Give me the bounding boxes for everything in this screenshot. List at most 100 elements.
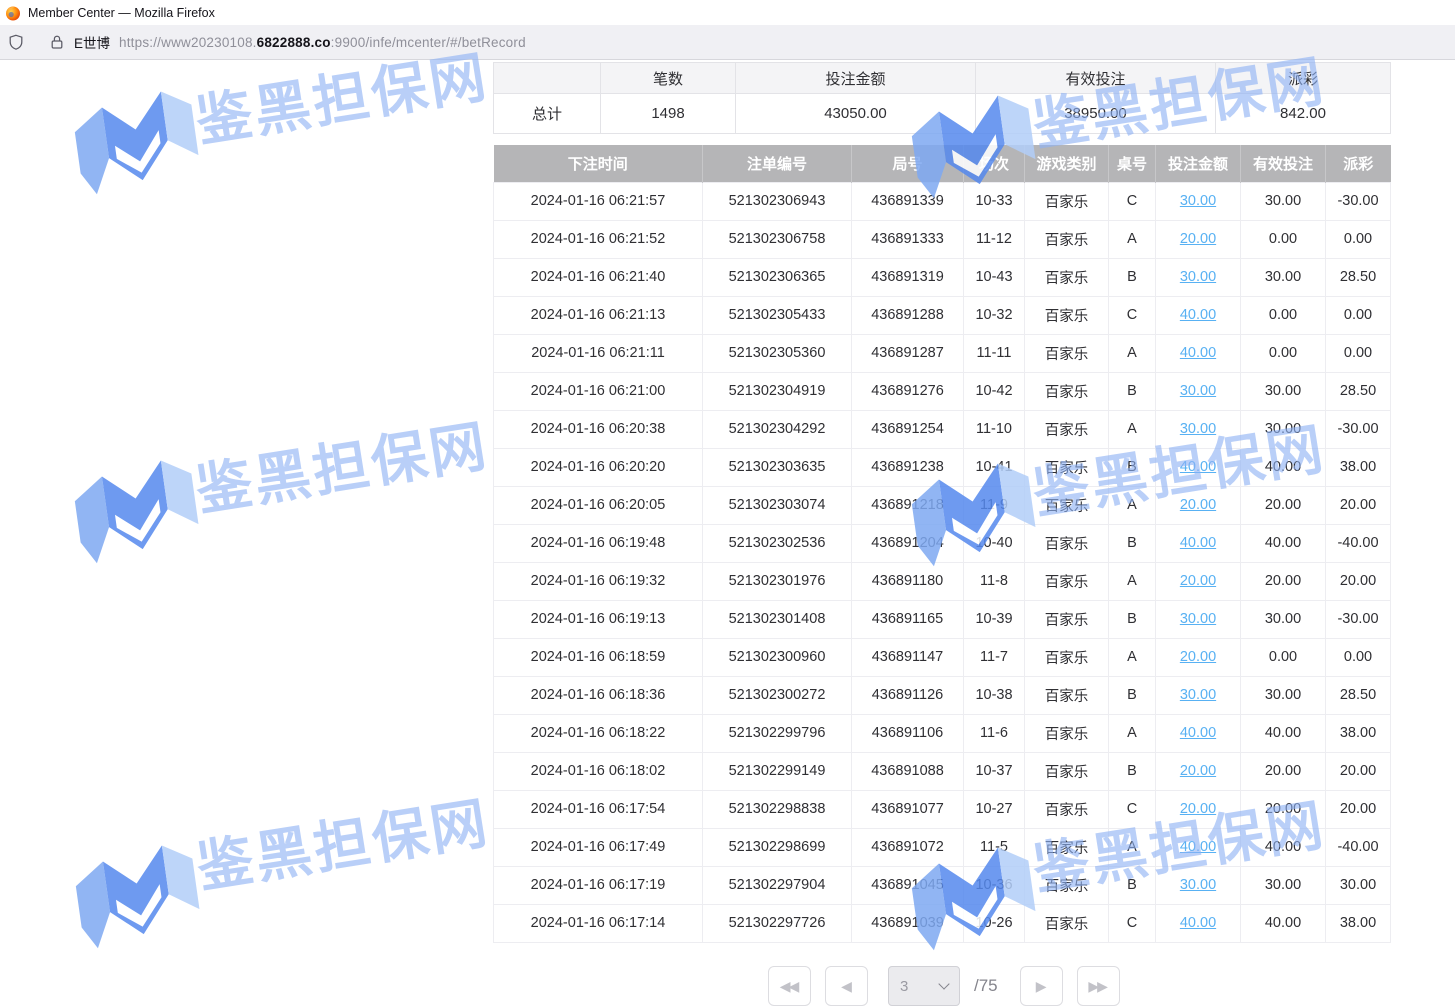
page-select[interactable]: 3 xyxy=(888,966,960,1006)
cell-table: A xyxy=(1109,828,1156,866)
bet-amount-link[interactable]: 20.00 xyxy=(1180,763,1216,779)
bet-amount-link[interactable]: 40.00 xyxy=(1180,839,1216,855)
cell-order: 521302305433 xyxy=(703,296,852,334)
cell-valid: 20.00 xyxy=(1241,790,1326,828)
cell-time: 2024-01-16 06:17:14 xyxy=(494,904,703,942)
cell-game: 百家乐 xyxy=(1025,296,1109,334)
cell-game: 百家乐 xyxy=(1025,372,1109,410)
bet-amount-link[interactable]: 40.00 xyxy=(1180,459,1216,475)
bet-amount-link[interactable]: 20.00 xyxy=(1180,231,1216,247)
cell-session: 11-11 xyxy=(964,334,1025,372)
cell-time: 2024-01-16 06:20:38 xyxy=(494,410,703,448)
cell-round: 436891147 xyxy=(852,638,964,676)
site-identity-label[interactable]: E世博 xyxy=(74,32,110,52)
bet-amount-link[interactable]: 30.00 xyxy=(1180,687,1216,703)
cell-payout: -30.00 xyxy=(1326,182,1391,220)
bet-col-header: 桌号 xyxy=(1109,145,1156,182)
bet-amount-link[interactable]: 20.00 xyxy=(1180,801,1216,817)
bet-col-header: 投注金额 xyxy=(1156,145,1241,182)
cell-session: 11-8 xyxy=(964,562,1025,600)
page-select-value: 3 xyxy=(900,978,908,995)
summary-total-valid-bet: 38950.00 xyxy=(976,94,1216,134)
bet-row: 2024-01-16 06:17:19521302297904436891045… xyxy=(494,866,1391,904)
cell-bet: 30.00 xyxy=(1156,600,1241,638)
cell-round: 436891254 xyxy=(852,410,964,448)
bet-amount-link[interactable]: 20.00 xyxy=(1180,573,1216,589)
cell-bet: 20.00 xyxy=(1156,486,1241,524)
cell-payout: 28.50 xyxy=(1326,258,1391,296)
summary-table: 笔数 投注金额 有效投注 派彩 总计 1498 43050.00 38950.0… xyxy=(493,62,1391,134)
lock-icon[interactable] xyxy=(49,34,65,50)
cell-valid: 0.00 xyxy=(1241,220,1326,258)
bet-row: 2024-01-16 06:19:32521302301976436891180… xyxy=(494,562,1391,600)
cell-bet: 40.00 xyxy=(1156,448,1241,486)
bet-amount-link[interactable]: 40.00 xyxy=(1180,915,1216,931)
cell-order: 521302298838 xyxy=(703,790,852,828)
bet-amount-link[interactable]: 30.00 xyxy=(1180,193,1216,209)
next-page-button[interactable]: ▶ xyxy=(1020,966,1063,1006)
prev-page-button[interactable]: ◀ xyxy=(825,966,868,1006)
cell-round: 436891319 xyxy=(852,258,964,296)
bet-amount-link[interactable]: 30.00 xyxy=(1180,269,1216,285)
bet-amount-link[interactable]: 40.00 xyxy=(1180,307,1216,323)
bet-row: 2024-01-16 06:18:59521302300960436891147… xyxy=(494,638,1391,676)
cell-table: A xyxy=(1109,410,1156,448)
cell-round: 436891339 xyxy=(852,182,964,220)
cell-bet: 20.00 xyxy=(1156,790,1241,828)
bet-amount-link[interactable]: 40.00 xyxy=(1180,345,1216,361)
cell-bet: 40.00 xyxy=(1156,296,1241,334)
cell-session: 10-33 xyxy=(964,182,1025,220)
cell-valid: 30.00 xyxy=(1241,182,1326,220)
cell-valid: 40.00 xyxy=(1241,828,1326,866)
bet-amount-link[interactable]: 20.00 xyxy=(1180,497,1216,513)
bet-amount-link[interactable]: 30.00 xyxy=(1180,421,1216,437)
cell-bet: 40.00 xyxy=(1156,334,1241,372)
summary-col-payout: 派彩 xyxy=(1216,63,1391,94)
cell-table: C xyxy=(1109,182,1156,220)
bet-row: 2024-01-16 06:21:11521302305360436891287… xyxy=(494,334,1391,372)
cell-session: 10-42 xyxy=(964,372,1025,410)
cell-game: 百家乐 xyxy=(1025,486,1109,524)
cell-round: 436891072 xyxy=(852,828,964,866)
cell-payout: 20.00 xyxy=(1326,790,1391,828)
cell-session: 11-6 xyxy=(964,714,1025,752)
bet-amount-link[interactable]: 20.00 xyxy=(1180,649,1216,665)
url-suffix: :9900/infe/mcenter/#/betRecord xyxy=(331,35,526,50)
bet-col-header: 局号 xyxy=(852,145,964,182)
cell-game: 百家乐 xyxy=(1025,866,1109,904)
bet-col-header: 派彩 xyxy=(1326,145,1391,182)
cell-bet: 40.00 xyxy=(1156,524,1241,562)
cell-valid: 30.00 xyxy=(1241,600,1326,638)
bet-record-table: 下注时间注单编号局号场次游戏类别桌号投注金额有效投注派彩 2024-01-16 … xyxy=(493,145,1391,943)
cell-round: 436891088 xyxy=(852,752,964,790)
bet-row: 2024-01-16 06:17:49521302298699436891072… xyxy=(494,828,1391,866)
cell-round: 436891238 xyxy=(852,448,964,486)
bet-amount-link[interactable]: 30.00 xyxy=(1180,383,1216,399)
cell-order: 521302300272 xyxy=(703,676,852,714)
window-title: Member Center — Mozilla Firefox xyxy=(28,6,215,20)
summary-total-count: 1498 xyxy=(601,94,736,134)
address-bar[interactable]: E世博 https://www20230108.6822888.co:9900/… xyxy=(0,25,1455,60)
bet-amount-link[interactable]: 40.00 xyxy=(1180,535,1216,551)
cell-order: 521302302536 xyxy=(703,524,852,562)
tracking-shield-icon[interactable] xyxy=(8,34,24,50)
last-page-button[interactable]: ▶▶ xyxy=(1077,966,1120,1006)
cell-round: 436891276 xyxy=(852,372,964,410)
bet-amount-link[interactable]: 40.00 xyxy=(1180,725,1216,741)
cell-time: 2024-01-16 06:19:48 xyxy=(494,524,703,562)
cell-session: 10-27 xyxy=(964,790,1025,828)
cell-order: 521302301408 xyxy=(703,600,852,638)
cell-valid: 0.00 xyxy=(1241,334,1326,372)
cell-bet: 30.00 xyxy=(1156,258,1241,296)
url-text[interactable]: https://www20230108.6822888.co:9900/infe… xyxy=(119,35,526,50)
cell-time: 2024-01-16 06:18:02 xyxy=(494,752,703,790)
cell-table: B xyxy=(1109,600,1156,638)
bet-row: 2024-01-16 06:20:20521302303635436891238… xyxy=(494,448,1391,486)
cell-bet: 30.00 xyxy=(1156,182,1241,220)
cell-payout: 20.00 xyxy=(1326,562,1391,600)
bet-table-header-row: 下注时间注单编号局号场次游戏类别桌号投注金额有效投注派彩 xyxy=(494,145,1391,182)
first-page-button[interactable]: ◀◀ xyxy=(768,966,811,1006)
bet-amount-link[interactable]: 30.00 xyxy=(1180,877,1216,893)
summary-total-bet-amount: 43050.00 xyxy=(736,94,976,134)
bet-amount-link[interactable]: 30.00 xyxy=(1180,611,1216,627)
